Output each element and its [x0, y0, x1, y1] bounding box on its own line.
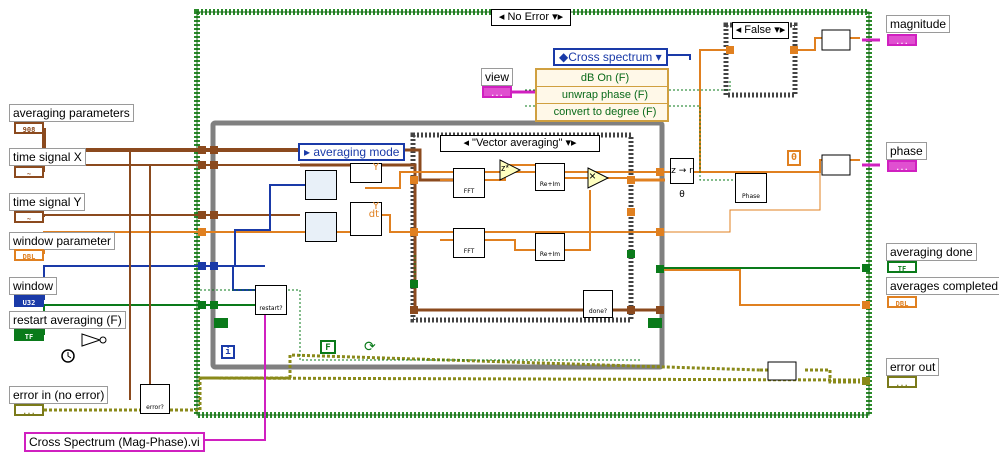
case-selector-label: No Error	[507, 11, 550, 23]
cross-spectrum-enum[interactable]: ◆Cross spectrum ▾	[553, 48, 668, 66]
zero-constant[interactable]: 0	[787, 150, 801, 166]
vi-name-constant[interactable]: Cross Spectrum (Mag-Phase).vi	[24, 432, 205, 452]
averaging-done-label: averaging done	[886, 243, 977, 261]
error-out-label: error out	[886, 358, 940, 376]
y-output-label: Y	[372, 162, 379, 173]
waveform-subvi-y[interactable]	[305, 212, 337, 242]
magnitude-terminal[interactable]: ...	[887, 34, 917, 46]
unbundle-y-top: Y	[350, 163, 382, 183]
error-in-terminal[interactable]: ...	[14, 404, 44, 416]
restart-averaging-terminal[interactable]: TF	[14, 329, 44, 341]
time-signal-x-terminal[interactable]: ~	[14, 166, 44, 178]
case-selector-no-error[interactable]: ◂ No Error ▾▸	[491, 9, 571, 26]
case-selector-false[interactable]: ◂ False ▾▸	[732, 22, 789, 39]
iteration-terminal: i	[221, 345, 235, 359]
window-parameter-terminal[interactable]: DBL	[14, 249, 44, 261]
error-in-label: error in (no error)	[9, 386, 109, 404]
time-signal-x-label: time signal X	[9, 148, 86, 166]
dt-output-label: dt	[368, 209, 379, 220]
window-terminal[interactable]: U32	[14, 295, 44, 307]
averages-completed-label: averages completed	[886, 277, 999, 295]
false-constant[interactable]: F	[320, 340, 336, 354]
loop-continue-icon: ⟳	[364, 338, 376, 354]
cluster-item-convert-degree: convert to degree (F)	[553, 106, 657, 118]
time-signal-y-label: time signal Y	[9, 193, 86, 211]
unbundle-y-dt: Ydt	[350, 202, 382, 236]
magnitude-label: magnitude	[886, 15, 951, 33]
while-loop-frame	[210, 120, 665, 370]
averaging-parameters-label: averaging parameters	[9, 104, 134, 122]
averaging-mode-label: averaging mode	[313, 145, 400, 159]
restart-averaging-label: restart averaging (F)	[9, 311, 126, 329]
case-selector-vector-averaging[interactable]: ◂ "Vector averaging" ▾▸	[440, 135, 600, 152]
phase-terminal[interactable]: ...	[887, 160, 917, 172]
cluster-item-db-on: dB On (F)	[537, 70, 667, 87]
averaging-mode-unbundle[interactable]: ▸ averaging mode	[298, 143, 406, 161]
time-signal-y-terminal[interactable]: ~	[14, 211, 44, 223]
averaging-done-terminal[interactable]: TF	[887, 261, 917, 273]
conjugate-symbol: z*	[501, 163, 510, 173]
averaging-parameters-terminal[interactable]: 908	[14, 122, 44, 134]
fft-node-bottom[interactable]: FFT	[453, 228, 485, 258]
averages-completed-terminal[interactable]: DBL	[887, 296, 917, 308]
block-diagram: ◂ No Error ▾▸ ◂ False ▾▸ ◂ "Vector avera…	[0, 0, 999, 454]
re-im-node-bottom[interactable]: Re+Im	[535, 233, 565, 261]
view-terminal[interactable]: ...	[482, 86, 512, 98]
inner-case-label: "Vector averaging"	[472, 137, 563, 149]
error-node[interactable]: error?	[140, 384, 170, 414]
window-parameter-label: window parameter	[9, 232, 116, 250]
phase-node[interactable]: Phase	[735, 173, 767, 203]
re-im-node-top[interactable]: Re+Im	[535, 163, 565, 191]
error-out-terminal[interactable]: ...	[887, 376, 917, 388]
done-node[interactable]: done?	[583, 290, 613, 318]
restart-node[interactable]: restart?	[255, 285, 287, 315]
view-label: view	[481, 68, 514, 86]
enum-value: Cross spectrum	[568, 50, 653, 64]
cluster-item-unwrap-phase: unwrap phase (F)	[537, 87, 667, 104]
window-label: window	[9, 277, 58, 295]
false-case-label: False	[744, 24, 772, 36]
waveform-subvi-x[interactable]	[305, 170, 337, 200]
phase-label: phase	[886, 142, 927, 160]
fft-node-top[interactable]: FFT	[453, 168, 485, 198]
multiply-symbol: ×	[589, 169, 597, 183]
polar-node[interactable]: z → r θ	[670, 158, 694, 200]
options-cluster: dB On (F) unwrap phase (F) convert to de…	[535, 68, 669, 122]
